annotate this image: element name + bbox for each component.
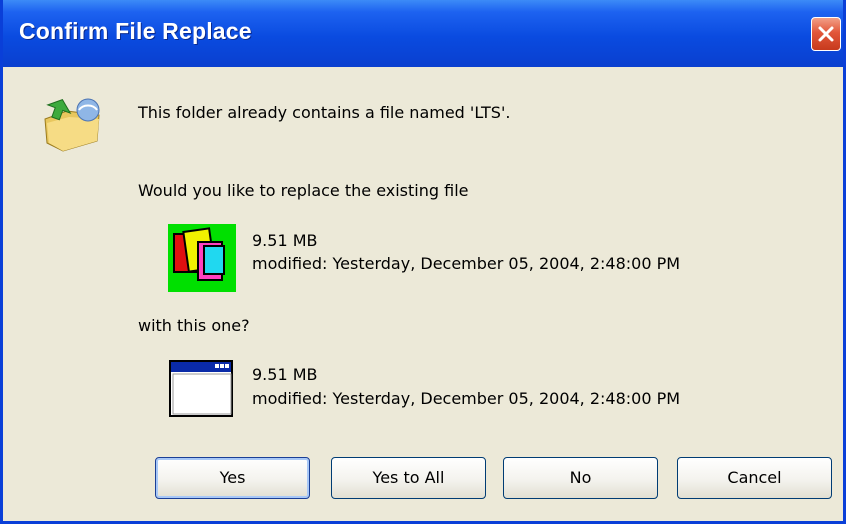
cancel-button[interactable]: Cancel xyxy=(677,457,832,499)
new-file-size: 9.51 MB xyxy=(252,365,318,384)
confirm-file-replace-dialog: Confirm File Replace This folder already… xyxy=(0,0,846,524)
yes-to-all-button[interactable]: Yes to All xyxy=(331,457,486,499)
close-icon xyxy=(818,26,834,42)
message-line-folder-contains: This folder already contains a file name… xyxy=(138,103,511,122)
existing-file-size: 9.51 MB xyxy=(252,231,318,250)
new-file-modified: modified: Yesterday, December 05, 2004, … xyxy=(252,389,681,408)
title-bar[interactable]: Confirm File Replace xyxy=(3,0,843,67)
dialog-body: This folder already contains a file name… xyxy=(3,67,843,524)
message-line-replace-question: Would you like to replace the existing f… xyxy=(138,181,469,200)
yes-button[interactable]: Yes xyxy=(155,457,310,499)
close-button[interactable] xyxy=(811,17,841,51)
layered-files-icon xyxy=(168,224,236,292)
message-line-with-this-one: with this one? xyxy=(138,316,250,335)
no-button[interactable]: No xyxy=(503,457,658,499)
existing-file-modified: modified: Yesterday, December 05, 2004, … xyxy=(252,254,681,273)
window-title: Confirm File Replace xyxy=(19,18,252,44)
folder-replace-icon xyxy=(44,98,100,152)
application-window-icon xyxy=(169,360,233,417)
